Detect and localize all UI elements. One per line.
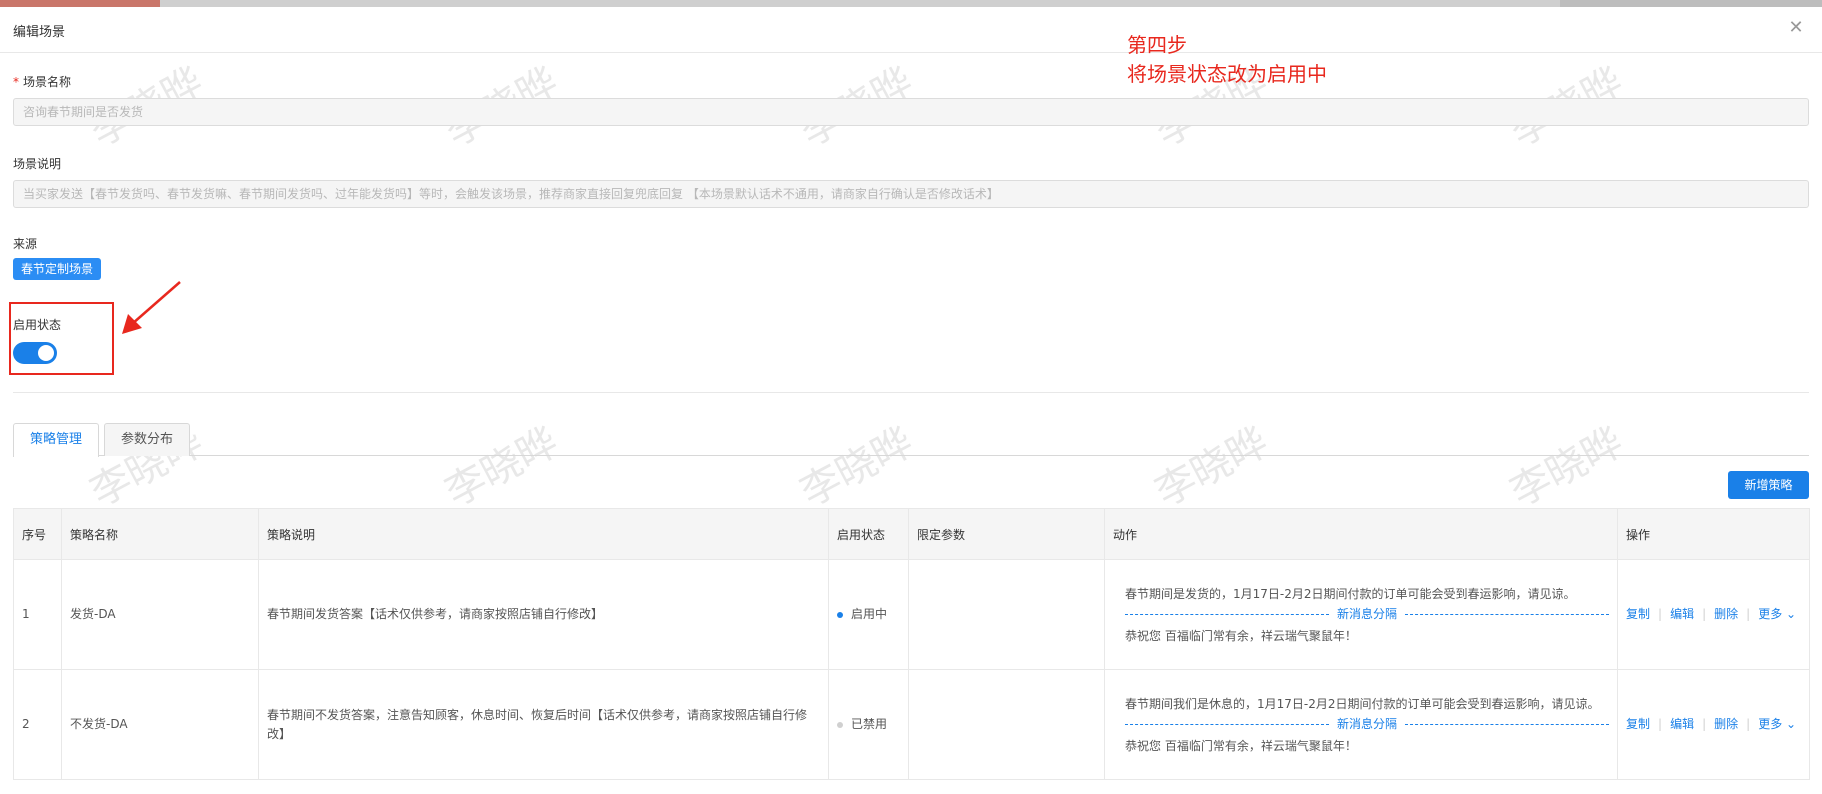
annotation-note: 第四步 将场景状态改为启用中	[1127, 31, 1327, 89]
strategy-table: 序号 策略名称 策略说明 启用状态 限定参数 动作 操作 1 发货-DA 春节期…	[13, 508, 1810, 780]
cell-action: 春节期间我们是休息的，1月17日-2月2日期间付款的订单可能会受到春运影响，请见…	[1104, 669, 1618, 780]
tab-parameter-distribution[interactable]: 参数分布	[104, 423, 191, 456]
add-strategy-button[interactable]: 新增策略	[1728, 471, 1809, 499]
chevron-down-icon: ⌄	[1786, 607, 1797, 621]
separator-text: 新消息分隔	[1337, 717, 1398, 731]
table-row: 1 发货-DA 春节期间发货答案【话术仅供参考，请商家按照店铺自行修改】 启用中…	[13, 559, 1810, 670]
status-text: 已禁用	[851, 717, 888, 731]
copy-link[interactable]: 复制	[1626, 717, 1650, 731]
cell-strategy-name: 发货-DA	[61, 559, 259, 670]
cell-status: 已禁用	[828, 669, 909, 780]
header-index: 序号	[13, 508, 62, 560]
action-line: 春节期间我们是休息的，1月17日-2月2日期间付款的订单可能会受到春运影响，请见…	[1125, 696, 1600, 711]
action-line: 恭祝您 百福临门常有余，祥云瑞气聚鼠年！	[1125, 628, 1357, 643]
cell-action: 春节期间是发货的，1月17日-2月2日期间付款的订单可能会受到春运影响，请见谅。…	[1104, 559, 1618, 670]
header-params: 限定参数	[908, 508, 1105, 560]
status-dot	[837, 611, 843, 618]
status-text: 启用中	[851, 607, 888, 621]
tab-bar: 策略管理 参数分布	[13, 416, 1809, 457]
source-tag: 春节定制场景	[13, 258, 102, 280]
table-header-row: 序号 策略名称 策略说明 启用状态 限定参数 动作 操作	[13, 508, 1810, 560]
cell-status: 启用中	[828, 559, 909, 670]
chevron-down-icon: ⌄	[1786, 717, 1797, 731]
scene-desc-label: 场景说明	[13, 157, 62, 171]
delete-link[interactable]: 删除	[1714, 717, 1738, 731]
table-row: 2 不发货-DA 春节期间不发货答案，注意告知顾客，休息时间、恢复后时间【话术仅…	[13, 669, 1810, 780]
copy-link[interactable]: 复制	[1626, 607, 1650, 621]
required-mark: *	[13, 75, 19, 89]
delete-link[interactable]: 删除	[1714, 607, 1738, 621]
more-link[interactable]: 更多 ⌄	[1758, 607, 1796, 621]
section-divider	[13, 392, 1809, 393]
tab-strategy-management[interactable]: 策略管理	[13, 423, 100, 457]
scene-name-input[interactable]: 咨询春节期间是否发货	[13, 98, 1809, 126]
scene-desc-input[interactable]: 当买家发送【春节发货吗、春节发货嘛、春节期间发货吗、过年能发货吗】等时，会触发该…	[13, 180, 1809, 208]
edit-link[interactable]: 编辑	[1670, 717, 1694, 731]
annotation-step: 第四步	[1127, 33, 1187, 57]
cell-index: 1	[13, 559, 62, 670]
annotation-text: 将场景状态改为启用中	[1127, 62, 1327, 86]
header-operations: 操作	[1617, 508, 1810, 560]
dialog-title: 编辑场景	[13, 25, 66, 40]
highlight-box	[9, 302, 114, 375]
source-label: 来源	[13, 237, 38, 251]
header-action: 动作	[1104, 508, 1618, 560]
status-dot	[837, 721, 843, 728]
message-separator: 新消息分隔	[1113, 604, 1610, 626]
header-strategy-name: 策略名称	[61, 508, 259, 560]
cell-strategy-desc: 春节期间不发货答案，注意告知顾客，休息时间、恢复后时间【话术仅供参考，请商家按照…	[258, 669, 829, 780]
cell-strategy-name: 不发货-DA	[61, 669, 259, 780]
cell-strategy-desc: 春节期间发货答案【话术仅供参考，请商家按照店铺自行修改】	[258, 559, 829, 670]
cell-params	[908, 669, 1105, 780]
scene-name-label: * 场景名称	[13, 73, 71, 90]
close-icon[interactable]: ✕	[1784, 16, 1808, 40]
background-page-strip	[0, 0, 1822, 7]
red-arrow-icon	[122, 281, 181, 334]
more-link[interactable]: 更多 ⌄	[1758, 717, 1796, 731]
header-status: 启用状态	[828, 508, 909, 560]
cell-operations: 复制 | 编辑 | 删除 | 更多 ⌄	[1617, 669, 1810, 780]
scene-name-label-text: 场景名称	[23, 75, 72, 89]
cell-index: 2	[13, 669, 62, 780]
edit-link[interactable]: 编辑	[1670, 607, 1694, 621]
edit-scene-dialog: 李晓晔 李晓晔 李晓晔 李晓晔 李晓晔 李晓晔 李晓晔 李晓晔 李晓晔 李晓晔 …	[0, 7, 1822, 794]
action-line: 恭祝您 百福临门常有余，祥云瑞气聚鼠年！	[1125, 738, 1357, 753]
action-line: 春节期间是发货的，1月17日-2月2日期间付款的订单可能会受到春运影响，请见谅。	[1125, 586, 1576, 601]
dialog-header: 编辑场景 ✕	[0, 7, 1822, 53]
header-strategy-desc: 策略说明	[258, 508, 829, 560]
separator-text: 新消息分隔	[1337, 607, 1398, 621]
cell-operations: 复制 | 编辑 | 删除 | 更多 ⌄	[1617, 559, 1810, 670]
cell-params	[908, 559, 1105, 670]
message-separator: 新消息分隔	[1113, 714, 1610, 736]
